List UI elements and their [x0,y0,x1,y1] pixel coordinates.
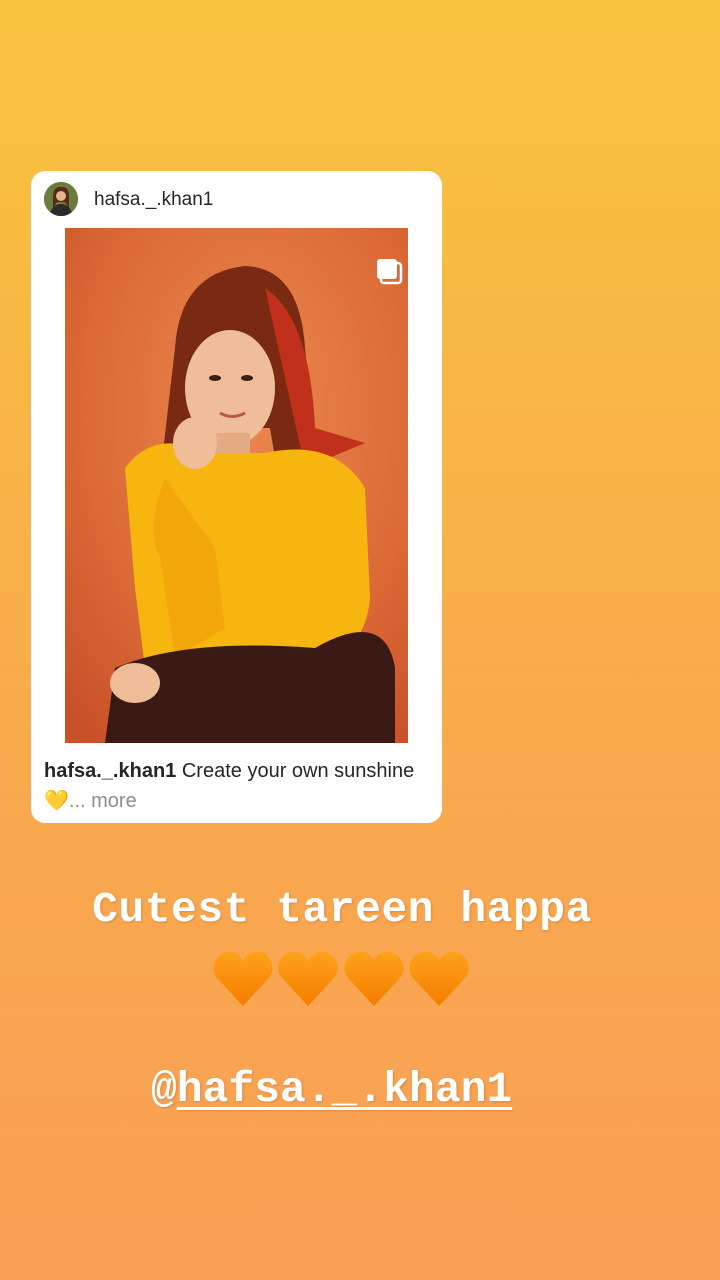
orange-heart-icon [344,951,404,1006]
hearts-row [211,948,473,1008]
avatar[interactable] [44,182,78,216]
orange-heart-icon [278,951,338,1006]
caption-more-link[interactable]: ... more [69,790,137,812]
mention-username[interactable]: hafsa._.khan1 [177,1065,512,1114]
mention-sticker[interactable]: @hafsa._.khan1 [151,1065,512,1114]
post-photo[interactable] [65,228,408,743]
carousel-icon [377,259,403,285]
post-header: hafsa._.khan1 [31,171,442,228]
post-caption: hafsa._.khan1 Create your own sunshine💛.… [44,756,424,816]
shared-post-card[interactable]: hafsa._.khan1 hafsa._.khan1 Create your … [31,171,442,823]
orange-heart-icon [409,951,469,1006]
post-username[interactable]: hafsa._.khan1 [94,189,213,211]
caption-username[interactable]: hafsa._.khan1 [44,760,176,782]
orange-heart-icon [213,951,273,1006]
mention-at-symbol: @ [151,1065,177,1114]
story-headline: Cutest tareen happa [92,885,592,934]
